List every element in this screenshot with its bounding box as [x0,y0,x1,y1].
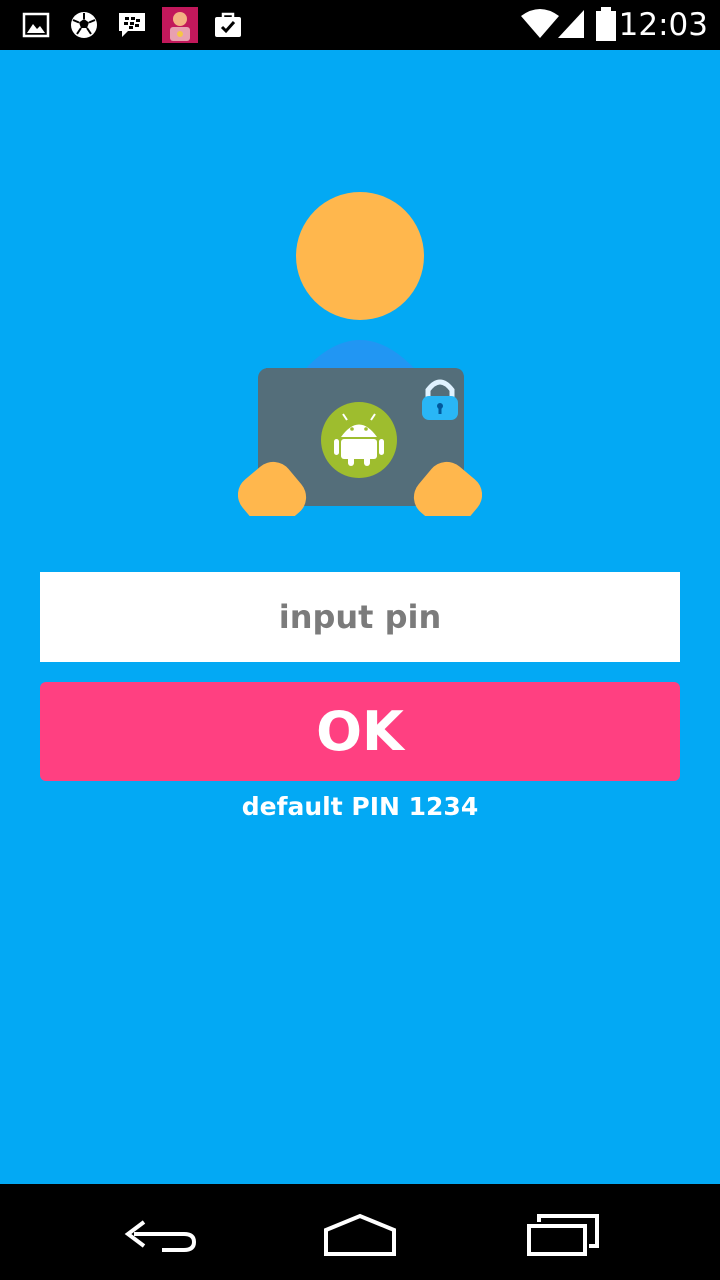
recents-icon[interactable] [515,1202,611,1262]
status-bar: 12:03 [0,0,720,50]
pin-login-screen: OK default PIN 1234 [0,50,720,1184]
home-icon[interactable] [312,1202,408,1262]
gallery-icon [22,12,50,38]
back-icon[interactable] [112,1202,208,1262]
default-pin-hint: default PIN 1234 [241,792,479,821]
app-thumbnail-icon [162,7,198,43]
briefcase-check-icon [215,12,241,37]
battery-icon [596,7,616,41]
clock: 12:03 [618,7,708,43]
ok-button[interactable]: OK [40,682,680,781]
soccer-ball-icon [71,12,97,38]
wifi-icon [521,9,559,38]
user-laptop-illustration [238,192,482,516]
navigation-bar [0,1184,720,1280]
blackberry-messenger-icon [119,13,145,37]
android-icon [321,402,397,478]
pin-input[interactable] [40,572,680,662]
user-avatar-icon [288,192,432,390]
signal-icon [558,10,584,38]
